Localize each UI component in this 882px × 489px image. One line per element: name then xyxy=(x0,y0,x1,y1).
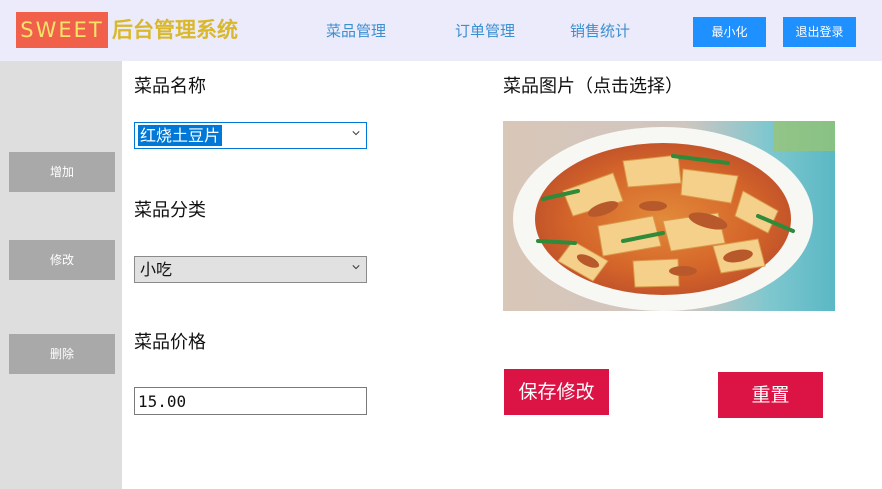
nav-sales-statistics[interactable]: 销售统计 xyxy=(570,18,630,44)
edit-button[interactable]: 修改 xyxy=(9,240,115,280)
nav-order-management[interactable]: 订单管理 xyxy=(455,18,515,44)
add-button[interactable]: 增加 xyxy=(9,152,115,192)
dish-name-label: 菜品名称 xyxy=(134,76,206,97)
dish-price-input[interactable] xyxy=(134,387,367,415)
dish-price-label: 菜品价格 xyxy=(134,332,206,353)
minimize-button[interactable]: 最小化 xyxy=(693,17,766,47)
brand-logo: SWEET xyxy=(16,12,108,48)
dish-category-value: 小吃 xyxy=(140,260,173,279)
app-title: 后台管理系统 xyxy=(112,18,238,42)
dish-image[interactable] xyxy=(503,121,835,311)
dish-category-select[interactable]: 小吃 xyxy=(134,256,367,283)
chevron-down-icon xyxy=(352,131,360,136)
reset-button[interactable]: 重置 xyxy=(718,372,823,418)
dish-name-value: 红烧土豆片 xyxy=(138,125,223,146)
fried-potato-dish-photo xyxy=(503,121,835,311)
dish-image-label: 菜品图片（点击选择） xyxy=(503,76,683,97)
dish-category-label: 菜品分类 xyxy=(134,200,206,221)
save-changes-button[interactable]: 保存修改 xyxy=(504,369,609,415)
top-header: SWEET 后台管理系统 菜品管理 订单管理 销售统计 最小化 退出登录 xyxy=(0,0,882,61)
chevron-down-icon xyxy=(352,265,360,270)
dish-name-select[interactable]: 红烧土豆片 xyxy=(134,122,367,149)
sidebar: 增加 修改 删除 xyxy=(0,61,122,489)
nav-dish-management[interactable]: 菜品管理 xyxy=(326,18,386,44)
logout-button[interactable]: 退出登录 xyxy=(783,17,856,47)
delete-button[interactable]: 删除 xyxy=(9,334,115,374)
